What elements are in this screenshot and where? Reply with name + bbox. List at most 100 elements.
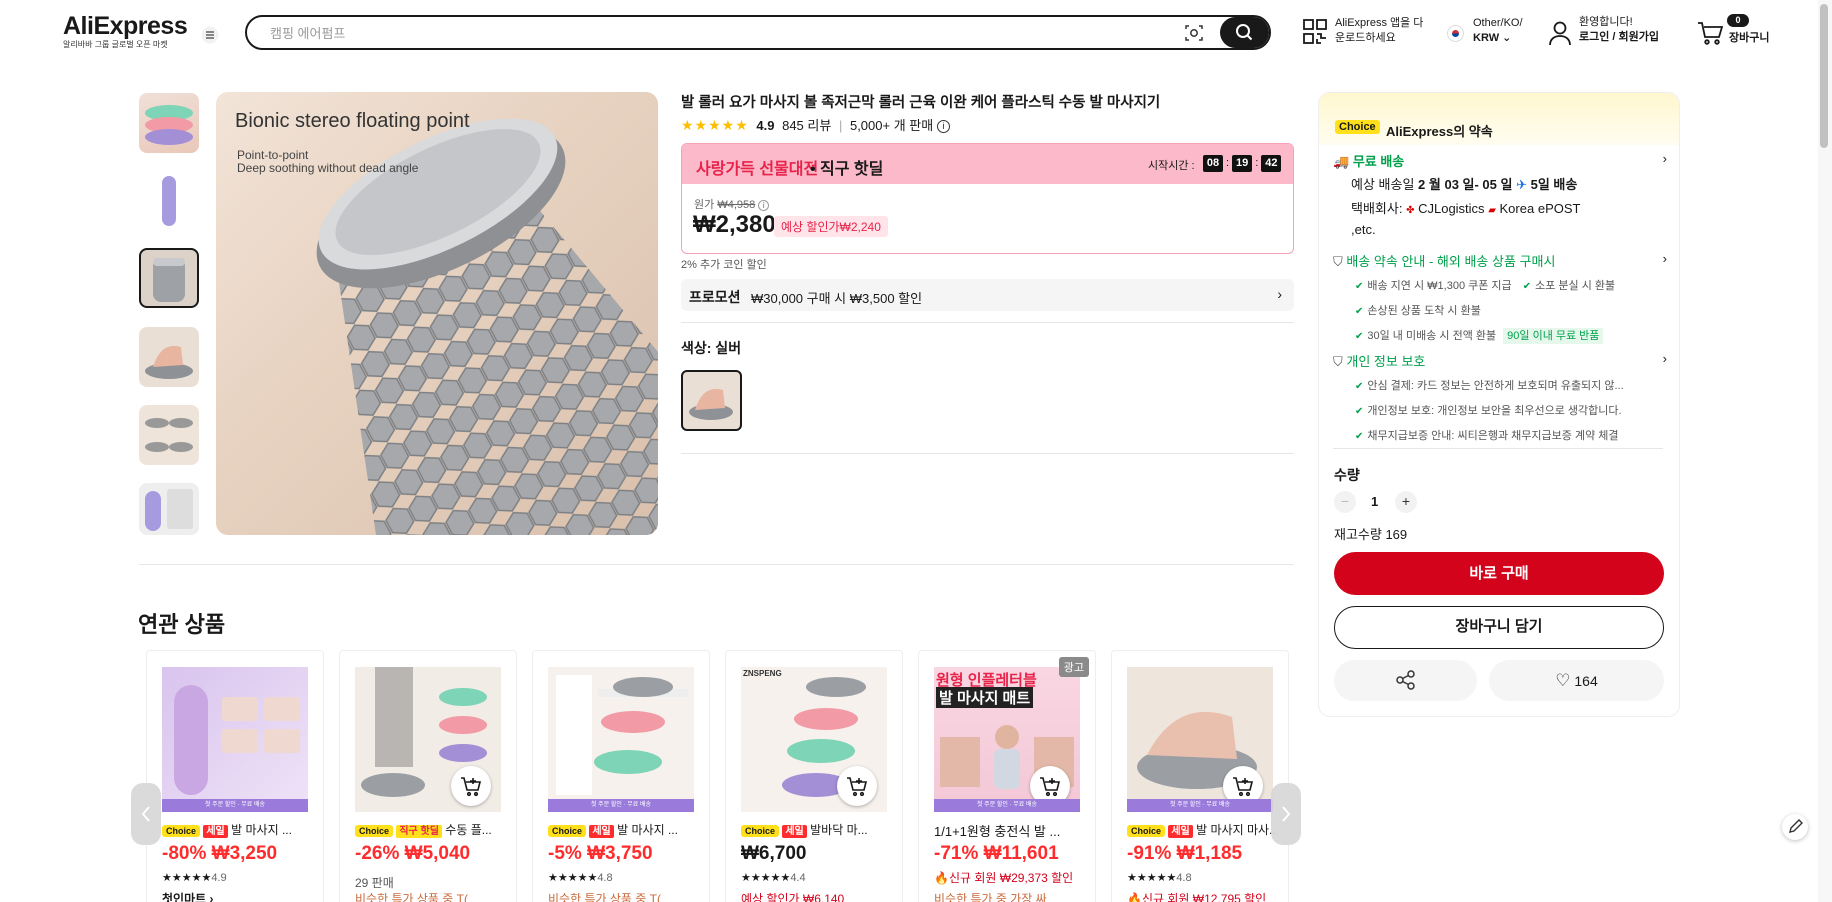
account-link[interactable]: 환영합니다! 로그인 / 회원가입: [1579, 15, 1659, 45]
qr-icon[interactable]: [1303, 19, 1327, 45]
feedback-edit-icon[interactable]: [1782, 814, 1808, 840]
check-icon: ✔: [1355, 306, 1364, 317]
reviews-link[interactable]: 845 리뷰: [782, 118, 831, 133]
quantity-increase-button[interactable]: +: [1395, 491, 1417, 513]
product-name: 발바닥 마...: [810, 823, 868, 837]
privacy-section[interactable]: ⛉ 개인 정보 보호 › ✔ 안심 결제: 카드 정보는 안전하게 보호되며 유출되…: [1333, 351, 1667, 443]
gallery-thumb-5[interactable]: [139, 405, 199, 465]
product-image: 첫 주문 할인 · 무료 배송: [1127, 667, 1273, 812]
chevron-right-icon: ›: [1277, 286, 1282, 302]
carousel-next-button[interactable]: [1271, 783, 1301, 845]
search-bar[interactable]: [245, 15, 1271, 50]
gallery-thumb-2[interactable]: [139, 171, 199, 231]
carrier-label: 택배회사:: [1351, 201, 1403, 216]
search-button[interactable]: [1220, 17, 1269, 48]
store-link[interactable]: 첫인마트 ›: [162, 890, 312, 902]
related-product-card[interactable]: 원형 인플레터블 발 마사지 매트 첫 주문 할인 · 무료 배송 광고 1/1…: [918, 650, 1096, 902]
add-to-cart-icon[interactable]: [837, 766, 877, 806]
check-icon: ✔: [1355, 281, 1364, 292]
share-button[interactable]: [1334, 660, 1477, 701]
check-icon: ✔: [1355, 406, 1364, 417]
main-product-image[interactable]: Bionic stereo floating point Point-to-po…: [216, 92, 658, 535]
sale-badge: 세일: [203, 825, 228, 838]
quantity-input[interactable]: 1: [1371, 494, 1378, 509]
choice-badge: Choice: [548, 825, 587, 837]
image-headline: Bionic stereo floating point: [235, 110, 470, 132]
shipping-section[interactable]: 🚚 무료 배송 › 예상 배송일 2 월 03 일- 05 일 ✈ 5일 배송 택…: [1333, 151, 1667, 239]
choice-badge: Choice: [741, 825, 780, 837]
gallery-thumb-4[interactable]: [139, 327, 199, 387]
ad-badge: 광고: [1058, 657, 1089, 677]
gallery-thumb-6[interactable]: [139, 483, 199, 535]
carrier-korea: Korea: [1499, 201, 1535, 216]
privacy-item: 안심 결제: 카드 정보는 안전하게 보호되며 유출되지 않...: [1367, 380, 1624, 392]
cart-label[interactable]: 장바구니: [1729, 31, 1769, 46]
quantity-decrease-button[interactable]: −: [1334, 491, 1356, 513]
privacy-item: 개인정보 보호: 개인정보 보안을 최우선으로 생각합니다.: [1367, 405, 1622, 417]
original-label: 원가: [694, 199, 715, 211]
related-product-card[interactable]: 첫 주문 할인 · 무료 배송 Choice 세일 발 마사지 마사... -9…: [1111, 650, 1289, 902]
korea-flag-icon: [1447, 25, 1464, 42]
menu-icon[interactable]: [201, 26, 219, 44]
search-input[interactable]: 캠핑 에어펌프: [270, 23, 345, 42]
logo[interactable]: AliExpress: [63, 12, 188, 41]
app-line1: AliExpress 앱을 다: [1335, 17, 1424, 29]
info-icon[interactable]: i: [758, 200, 770, 211]
promotion-row[interactable]: 프로모션 ₩30,000 구매 시 ₩3,500 할인 ›: [681, 279, 1294, 311]
eta-days: 5일 배송: [1530, 177, 1578, 192]
product-title: Choice 세일 발 마사지 ...: [162, 821, 312, 838]
cart-icon[interactable]: [1697, 21, 1723, 45]
color-option-silver[interactable]: [681, 370, 742, 431]
deal-note: 비슷한 특가 상품 중 T(: [355, 892, 468, 902]
image-overlay-text: 발 마사지 매트: [936, 687, 1034, 708]
product-price: -26% ₩5,040: [355, 843, 471, 864]
privacy-item: 채무지급보증 안내: 씨티은행과 채무지급보증 계약 체결: [1367, 430, 1619, 442]
product-title: 발 롤러 요가 마사지 볼 족저근막 롤러 근육 이완 케어 플라스틱 수동 발…: [681, 95, 1161, 111]
wishlist-button[interactable]: ♡ 164: [1489, 660, 1664, 701]
buy-now-button[interactable]: 바로 구매: [1334, 552, 1664, 595]
info-icon[interactable]: i: [936, 120, 950, 134]
share-icon: [1396, 670, 1415, 690]
add-to-cart-button[interactable]: 장바구니 담기: [1334, 606, 1664, 649]
free-shipping-label: 무료 배송: [1352, 154, 1405, 169]
check-icon: ✔: [1355, 381, 1364, 392]
rating-row[interactable]: ★★★★★ 4.9 845 리뷰 | 5,000+ 개 판매 i: [681, 115, 950, 134]
timer-seconds: 42: [1261, 155, 1282, 172]
check-icon: ✔: [1522, 281, 1532, 292]
app-download-link[interactable]: AliExpress 앱을 다 운로드하세요: [1335, 16, 1423, 46]
deal-box: 사랑가득 선물대전 • 직구 핫딜 시작시간 : 08 : 19 : 42 원가…: [681, 143, 1294, 254]
user-icon[interactable]: [1549, 20, 1571, 46]
chevron-right-icon: ›: [1662, 351, 1667, 366]
sale-price: ₩2,380: [693, 211, 776, 238]
original-price: ₩4,958: [717, 199, 756, 211]
add-to-cart-icon[interactable]: [451, 766, 491, 806]
gallery-thumb-3-selected[interactable]: [139, 248, 199, 308]
promise-title: AliExpress의 약속: [1386, 124, 1493, 139]
promo-strip: 첫 주문 할인 · 무료 배송: [162, 799, 308, 812]
gallery-thumb-1[interactable]: [139, 93, 199, 153]
choice-header: Choice AliExpress의 약속: [1319, 93, 1679, 145]
carousel-prev-button[interactable]: [131, 783, 161, 845]
promotion-tag: 프로모션: [689, 289, 741, 305]
brand-label: ZNSPENG: [743, 669, 782, 678]
related-product-card[interactable]: Choice 직구 핫딜 수동 플... -26% ₩5,040 29 판매 비…: [339, 650, 517, 902]
guarantee-item: 손상된 상품 도착 시 환불: [1367, 305, 1481, 317]
product-rating: ★★★★★4.8: [548, 871, 613, 884]
hot-deal-badge: 직구 핫딜: [396, 825, 442, 838]
related-product-card[interactable]: 첫 주문 할인 · 무료 배송 Choice 세일 발 마사지 ... -5% …: [532, 650, 710, 902]
product-rating: ★★★★★4.4: [741, 871, 806, 884]
scrollbar-thumb[interactable]: [1820, 4, 1828, 148]
region-currency-selector[interactable]: Other/KO/ KRW ⌄: [1473, 16, 1523, 46]
product-rating: ★★★★★4.9: [162, 871, 227, 884]
color-label: 색상: 실버: [681, 340, 742, 356]
login-signup-link[interactable]: 로그인 / 회원가입: [1579, 30, 1659, 45]
check-icon: ✔: [1355, 431, 1364, 442]
check-icon: ✔: [1355, 331, 1364, 342]
camera-search-icon[interactable]: [1184, 23, 1204, 43]
related-product-card[interactable]: ZNSPENG Choice 세일 발바닥 마... ₩6,700 ★★★★★4…: [725, 650, 903, 902]
related-product-card[interactable]: 첫 주문 할인 · 무료 배송 Choice 세일 발 마사지 ... -80%…: [146, 650, 324, 902]
original-price-row: 원가 ₩4,958 i: [694, 196, 770, 212]
guarantee-item: 소포 분실 시 환불: [1535, 280, 1616, 292]
cart-count-badge: 0: [1727, 14, 1749, 27]
guarantee-section[interactable]: ⛉ 배송 약속 안내 - 해외 배송 상품 구매시 › ✔ 배송 지연 시 ₩1,3…: [1333, 251, 1667, 344]
